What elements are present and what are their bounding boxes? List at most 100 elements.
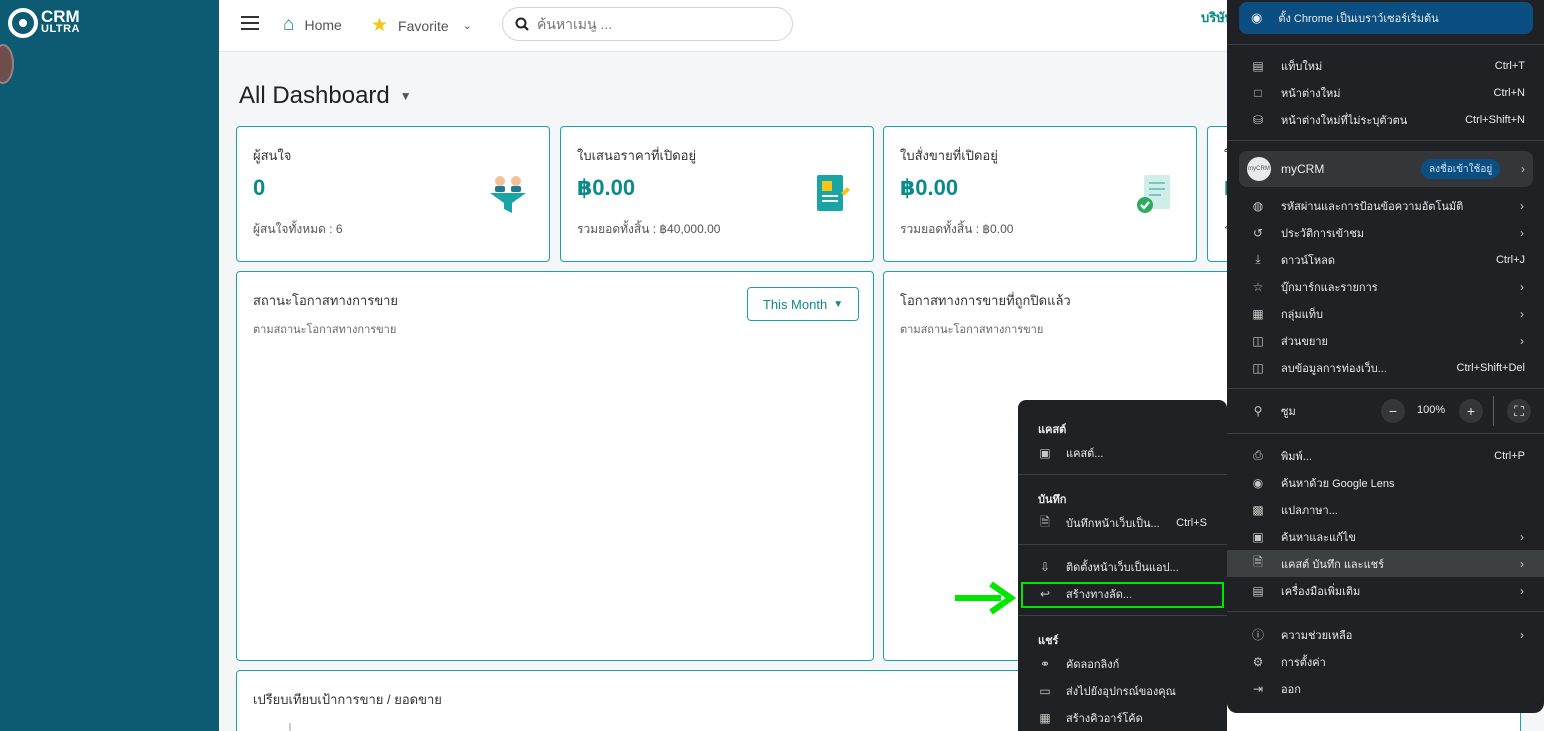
set-default-browser-banner[interactable]: ◉ ตั้ง Chrome เป็นเบราว์เซอร์เริ่มต้น: [1239, 2, 1533, 34]
divider: [1227, 388, 1544, 389]
card-title: ใบเสนอราคาที่เปิดอยู่: [577, 148, 697, 163]
panel-title: เปรียบเทียบเป้าการขาย / ยอดขาย: [253, 692, 442, 707]
zoom-in-button[interactable]: +: [1459, 399, 1483, 423]
profile-row[interactable]: myCRM myCRM ลงชื่อเข้าใช้อยู่ ›: [1239, 151, 1533, 187]
chevron-right-icon: ›: [1520, 198, 1524, 213]
menu-item-label: ส่วนขยาย: [1281, 335, 1328, 348]
card-subtitle: ผู้สนใจทั้งหมด : 6: [253, 222, 343, 236]
app-logo[interactable]: CRM ULTRA: [8, 8, 80, 38]
menu-item-label: ติดตั้งหน้าเว็บเป็นแอป...: [1066, 562, 1179, 574]
menu-item-label: สร้างคิวอาร์โค้ด: [1066, 713, 1143, 725]
menu-item-label: คัดลอกลิงก์: [1066, 659, 1120, 671]
divider: [1227, 140, 1544, 141]
nav-home-link[interactable]: ⌂ Home: [283, 14, 342, 36]
card-subtitle: รวมยอดทั้งสิ้น : ฿40,000.00: [577, 222, 721, 236]
panel-title: สถานะโอกาสทางการขาย: [253, 293, 399, 308]
panel-subtitle: ตามสถานะโอกาสทางการขาย: [253, 324, 397, 336]
menu-item-new-tab[interactable]: ▤ แท็บใหม่ Ctrl+T: [1227, 52, 1544, 79]
chevron-right-icon: ›: [1520, 556, 1524, 571]
nav-favorite-dropdown[interactable]: ★ Favorite ⌄: [371, 14, 472, 37]
menu-item-settings[interactable]: ⚙ การตั้งค่า: [1227, 648, 1544, 675]
menu-item-incognito[interactable]: ⛁ หน้าต่างใหม่ที่ไม่ระบุตัวตน Ctrl+Shift…: [1227, 106, 1544, 133]
menu-item-bookmarks[interactable]: ☆ บุ๊กมาร์กและรายการ ›: [1227, 273, 1544, 300]
chevron-right-icon: ›: [1521, 162, 1525, 176]
dashboard-selector[interactable]: All Dashboard ▼: [239, 82, 412, 110]
install-app-icon: ⇩: [1039, 560, 1051, 574]
period-filter-dropdown[interactable]: This Month ▼: [747, 287, 859, 321]
nav-home-label: Home: [304, 17, 342, 33]
menu-item-label: ประวัติการเข้าชม: [1281, 227, 1365, 240]
period-filter-label: This Month: [762, 296, 828, 312]
menu-item-create-qr[interactable]: ▦ สร้างคิวอาร์โค้ด: [1018, 705, 1227, 731]
menu-item-label: แคสต์...: [1066, 448, 1104, 460]
hamburger-menu-icon[interactable]: [241, 16, 259, 30]
menu-item-history[interactable]: ↺ ประวัติการเข้าชม ›: [1227, 219, 1544, 246]
menu-item-google-lens[interactable]: ◉ ค้นหาด้วย Google Lens: [1227, 469, 1544, 496]
menu-item-passwords[interactable]: ◍ รหัสผ่านและการป้อนข้อความอัตโนมัติ ›: [1227, 192, 1544, 219]
caret-down-icon: ▼: [399, 89, 412, 103]
star-icon: ★: [371, 15, 389, 36]
cast-icon: ▣: [1039, 446, 1051, 460]
chrome-main-menu: ◉ ตั้ง Chrome เป็นเบราว์เซอร์เริ่มต้น ▤ …: [1227, 0, 1544, 713]
kpi-card-open-sales-orders[interactable]: ใบสั่งขายที่เปิดอยู่ ฿0.00 รวมยอดทั้งสิ้…: [883, 126, 1197, 262]
menu-item-help[interactable]: ⓘ ความช่วยเหลือ ›: [1227, 621, 1544, 648]
devices-icon: ▭: [1039, 684, 1051, 698]
save-page-icon: 🗎: [1253, 555, 1263, 569]
save-page-icon: 🗎: [1040, 514, 1050, 529]
exit-icon: ⇥: [1252, 681, 1264, 696]
menu-item-extensions[interactable]: ◫ ส่วนขยาย ›: [1227, 327, 1544, 354]
chart-axis-line: [289, 723, 291, 731]
divider: [1227, 44, 1544, 45]
zoom-out-button[interactable]: −: [1381, 399, 1405, 423]
menu-item-exit[interactable]: ⇥ ออก: [1227, 675, 1544, 702]
divider: [1018, 544, 1227, 545]
new-tab-icon: ▤: [1252, 58, 1264, 73]
fullscreen-button[interactable]: ⛶: [1507, 399, 1531, 423]
chat-bubble-icon[interactable]: [0, 44, 14, 84]
menu-item-cast-save-share[interactable]: 🗎 แคสต์ บันทึก และแชร์ ›: [1227, 550, 1544, 577]
leads-funnel-icon: [490, 176, 526, 213]
nav-favorite-label: Favorite: [398, 17, 449, 34]
menu-search-box[interactable]: [502, 7, 793, 41]
shortcut-label: Ctrl+Shift+N: [1465, 113, 1525, 126]
chevron-down-icon: ⌄: [462, 20, 472, 32]
menu-item-print[interactable]: ⎙ พิมพ์... Ctrl+P: [1227, 442, 1544, 469]
kpi-card-open-quotes[interactable]: ใบเสนอราคาที่เปิดอยู่ ฿0.00 รวมยอดทั้งสิ…: [560, 126, 874, 262]
menu-item-downloads[interactable]: ⤓ ดาวน์โหลด Ctrl+J: [1227, 246, 1544, 273]
menu-item-label: ค้นหาและแก้ไข: [1281, 531, 1356, 544]
kpi-card-leads[interactable]: ผู้สนใจ 0 ผู้สนใจทั้งหมด : 6: [236, 126, 550, 262]
card-title: ใบสั่งขายที่เปิดอยู่: [900, 148, 998, 163]
menu-search-input[interactable]: [537, 16, 767, 32]
printer-icon: ⎙: [1253, 448, 1263, 462]
chevron-right-icon: ›: [1520, 279, 1524, 294]
page-title: All Dashboard: [239, 82, 390, 109]
menu-item-new-window[interactable]: □ หน้าต่างใหม่ Ctrl+N: [1227, 79, 1544, 106]
menu-item-install-app[interactable]: ⇩ ติดตั้งหน้าเว็บเป็นแอป...: [1018, 554, 1227, 580]
panel-subtitle: ตามสถานะโอกาสทางการขาย: [900, 324, 1044, 336]
menu-item-clear-data[interactable]: ◫ ลบข้อมูลการท่องเว็บ... Ctrl+Shift+Del: [1227, 354, 1544, 381]
history-icon: ↺: [1252, 225, 1264, 240]
menu-item-cast[interactable]: ▣ แคสต์...: [1018, 440, 1227, 466]
menu-item-copy-link[interactable]: ⚭ คัดลอกลิงก์: [1018, 651, 1227, 677]
chevron-right-icon: ›: [1520, 225, 1524, 240]
menu-item-save-page[interactable]: 🗎 บันทึกหน้าเว็บเป็น... Ctrl+S: [1018, 510, 1227, 536]
menu-item-tab-groups[interactable]: ▦ กลุ่มแท็บ ›: [1227, 300, 1544, 327]
annotation-highlight-box: [1021, 582, 1224, 608]
menu-item-find-edit[interactable]: ▣ ค้นหาและแก้ไข ›: [1227, 523, 1544, 550]
menu-item-label: ออก: [1281, 683, 1301, 696]
menu-item-more-tools[interactable]: ▤ เครื่องมือเพิ่มเติม ›: [1227, 577, 1544, 604]
divider: [1018, 615, 1227, 616]
banner-label: ตั้ง Chrome เป็นเบราว์เซอร์เริ่มต้น: [1278, 13, 1439, 25]
menu-item-translate[interactable]: ▩ แปลภาษา...: [1227, 496, 1544, 523]
shortcut-label: Ctrl+P: [1494, 449, 1525, 462]
qr-code-icon: ▦: [1039, 711, 1051, 725]
zoom-value: 100%: [1417, 404, 1446, 416]
cast-save-share-submenu: แคสต์ ▣ แคสต์... บันทึก 🗎 บันทึกหน้าเว็บ…: [1018, 400, 1227, 731]
toolbox-icon: ▤: [1252, 583, 1264, 598]
profile-name: myCRM: [1281, 162, 1325, 176]
menu-item-label: ลบข้อมูลการท่องเว็บ...: [1281, 362, 1387, 375]
menu-item-send-to-devices[interactable]: ▭ ส่งไปยังอุปกรณ์ของคุณ: [1018, 678, 1227, 704]
panel-title: โอกาสทางการขายที่ถูกปิดแล้ว: [900, 293, 1071, 308]
menu-item-label: ส่งไปยังอุปกรณ์ของคุณ: [1066, 686, 1176, 698]
chevron-right-icon: ›: [1520, 627, 1524, 642]
